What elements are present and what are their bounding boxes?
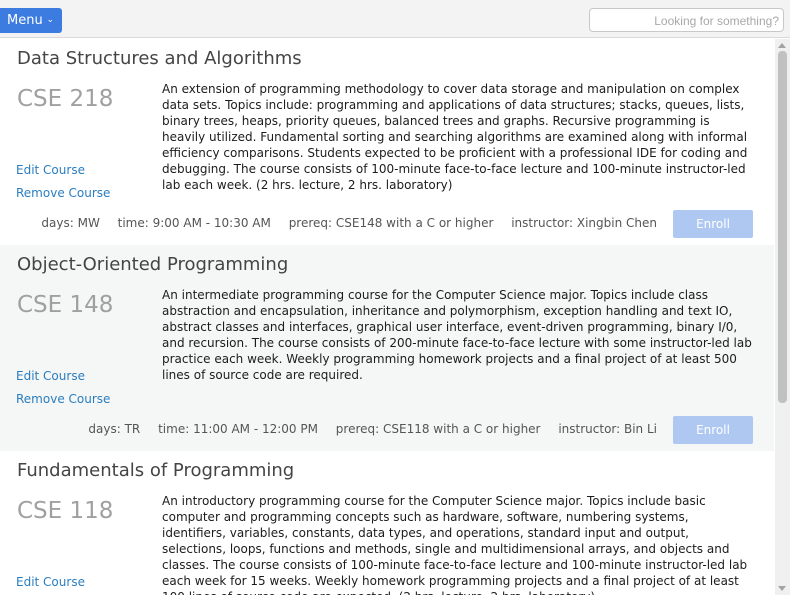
remove-course-link[interactable]: Remove Course <box>16 186 110 200</box>
edit-course-link[interactable]: Edit Course <box>16 163 85 177</box>
course-description: An extension of programming methodology … <box>162 82 748 192</box>
scroll-down-arrow-icon[interactable] <box>778 586 786 591</box>
course-meta: days: TR time: 11:00 AM - 12:00 PM prere… <box>74 422 657 436</box>
course-description: An intermediate programming course for t… <box>162 288 752 382</box>
menu-label: Menu <box>7 13 43 28</box>
course-meta: days: MW time: 9:00 AM - 10:30 AM prereq… <box>27 216 657 230</box>
course-days: days: TR <box>88 422 141 436</box>
course-card: Object-Oriented Programming CSE 148 An i… <box>0 245 774 451</box>
chevron-down-icon: ⌄ <box>46 15 54 25</box>
course-title: Object-Oriented Programming <box>17 254 289 275</box>
remove-course-link[interactable]: Remove Course <box>16 392 110 406</box>
course-card: Data Structures and Algorithms CSE 218 A… <box>0 39 774 245</box>
course-instructor: instructor: Xingbin Chen <box>511 216 657 230</box>
course-card: Fundamentals of Programming CSE 118 An i… <box>0 451 774 595</box>
enroll-button[interactable]: Enroll <box>673 210 753 238</box>
course-days: days: MW <box>41 216 100 230</box>
course-title: Fundamentals of Programming <box>17 460 295 481</box>
course-time: time: 11:00 AM - 12:00 PM <box>158 422 318 436</box>
edit-course-link[interactable]: Edit Course <box>16 575 85 589</box>
course-list[interactable]: Data Structures and Algorithms CSE 218 A… <box>0 39 774 595</box>
vertical-scrollbar[interactable] <box>775 39 790 595</box>
course-code: CSE 118 <box>17 498 114 524</box>
menu-button[interactable]: Menu ⌄ <box>0 8 62 33</box>
scroll-up-arrow-icon[interactable] <box>778 43 786 48</box>
enroll-button[interactable]: Enroll <box>673 416 753 444</box>
course-title: Data Structures and Algorithms <box>17 48 302 69</box>
edit-course-link[interactable]: Edit Course <box>16 369 85 383</box>
top-bar: Menu ⌄ <box>0 0 790 38</box>
course-description: An introductory programming course for t… <box>162 494 748 595</box>
course-instructor: instructor: Bin Li <box>558 422 657 436</box>
scrollbar-thumb[interactable] <box>778 51 787 403</box>
course-code: CSE 148 <box>17 292 114 318</box>
course-prereq: prereq: CSE118 with a C or higher <box>335 422 541 436</box>
course-code: CSE 218 <box>17 86 114 112</box>
course-prereq: prereq: CSE148 with a C or higher <box>288 216 494 230</box>
search-input[interactable] <box>589 8 784 32</box>
course-time: time: 9:00 AM - 10:30 AM <box>117 216 271 230</box>
